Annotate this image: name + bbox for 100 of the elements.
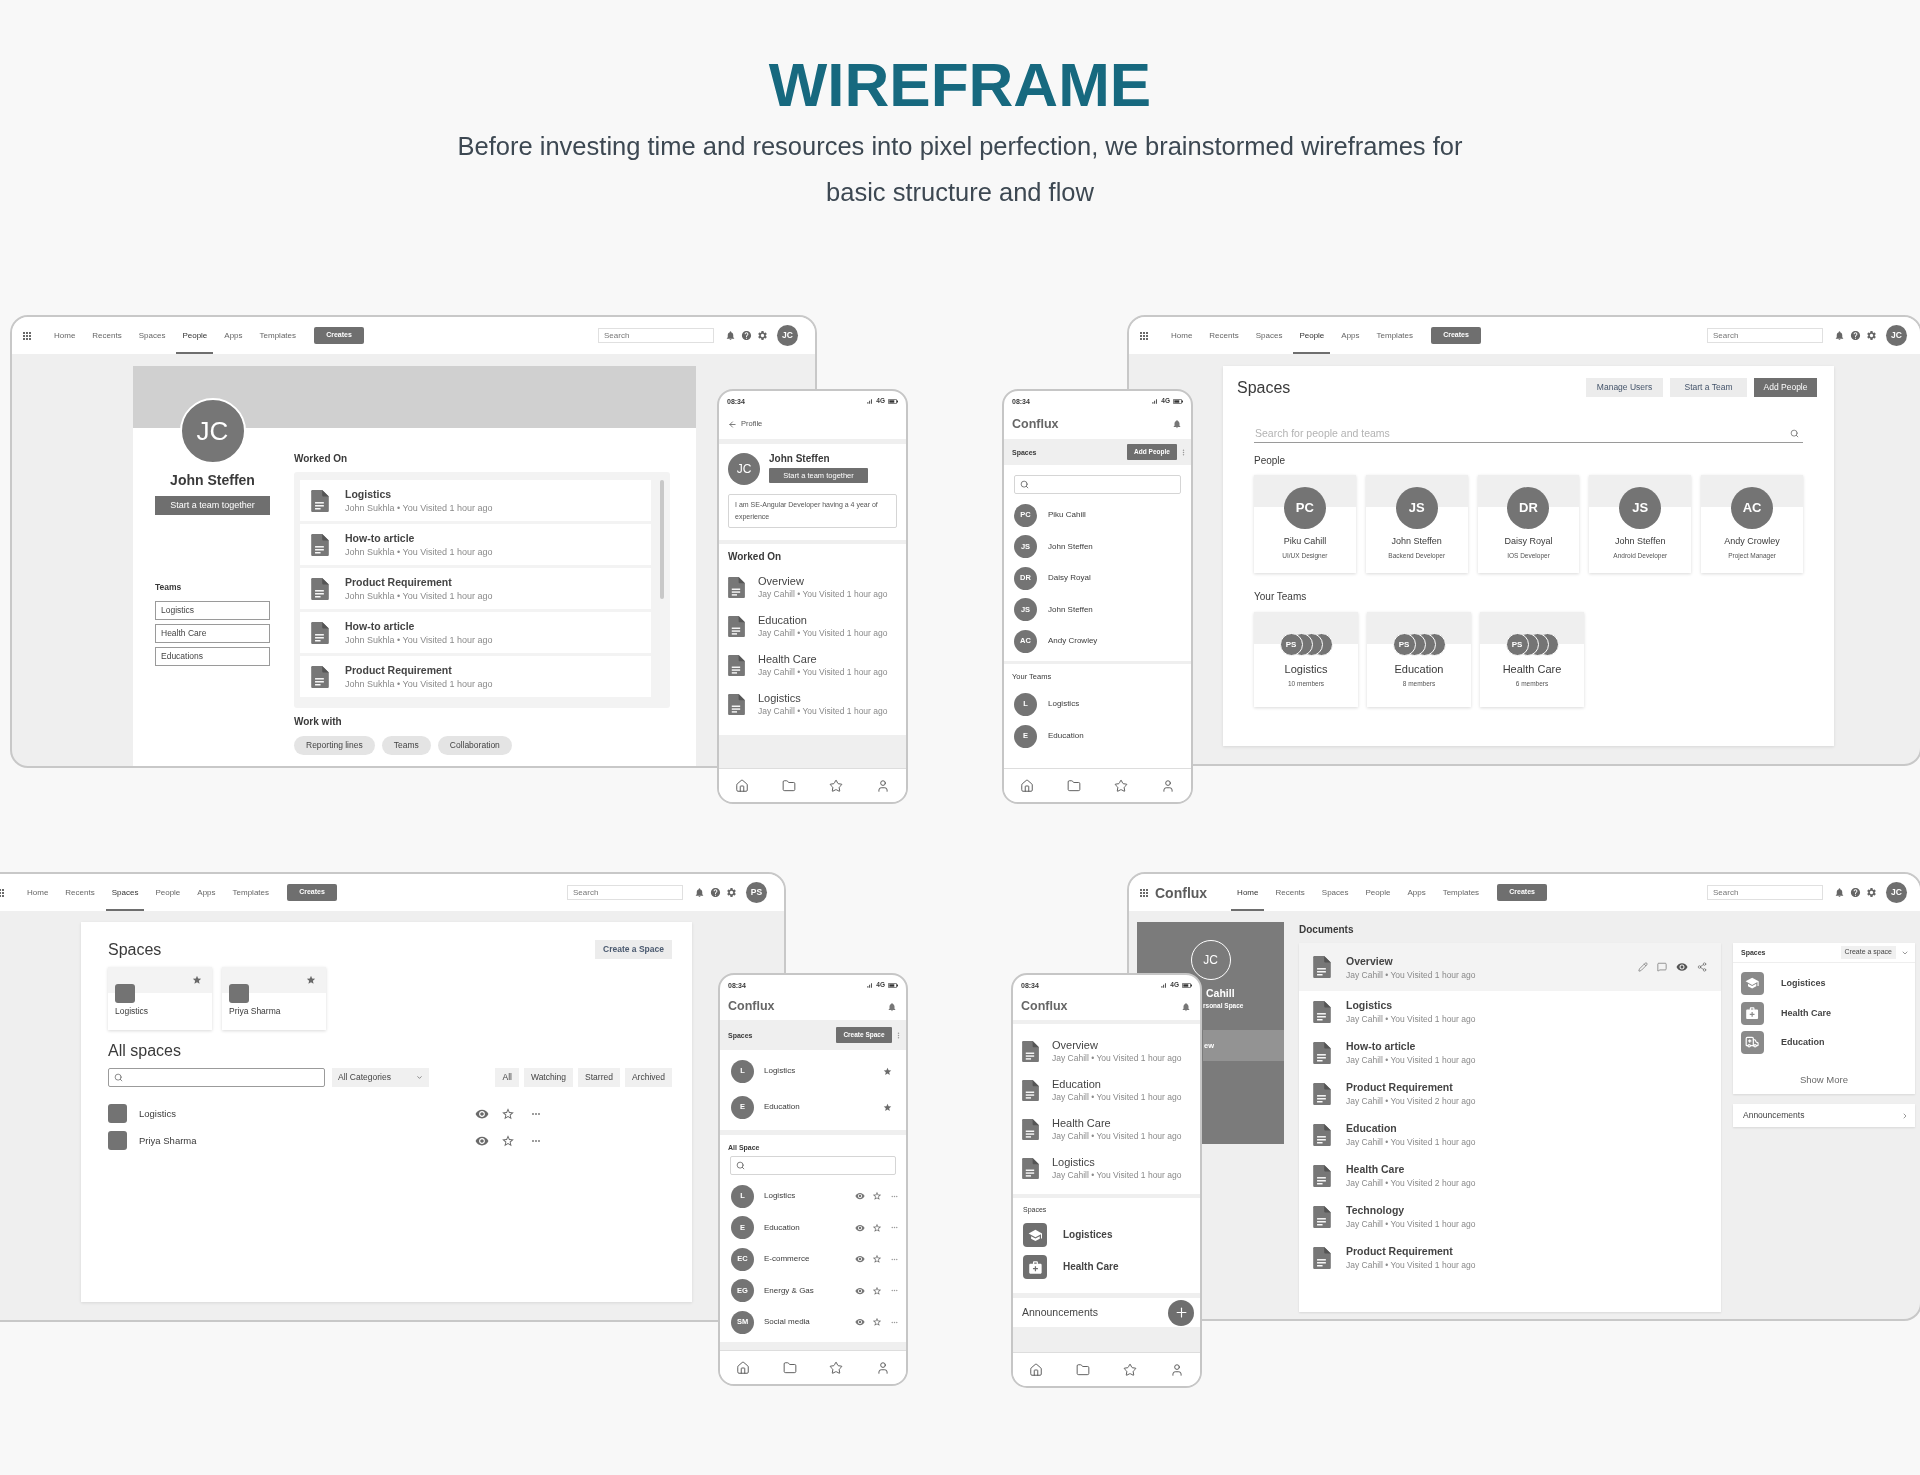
space-name[interactable]: Social media (764, 1317, 810, 1327)
space-card[interactable]: Logistics (108, 967, 212, 1030)
space-name[interactable]: Energy & Gas (764, 1285, 814, 1296)
team-name[interactable]: Logistics (1048, 699, 1080, 709)
nav-tab[interactable]: Templates (1370, 317, 1419, 354)
user-icon[interactable] (1160, 778, 1175, 793)
nav-tab[interactable]: Home (1165, 317, 1199, 354)
eye-icon[interactable] (855, 1222, 865, 1233)
share-icon[interactable] (1697, 962, 1707, 972)
category-dropdown[interactable]: All Categories (332, 1068, 429, 1087)
person-name[interactable]: John Steffen (1048, 604, 1093, 615)
document-title[interactable]: Education (1052, 1078, 1182, 1091)
team-name[interactable]: Education (1048, 731, 1084, 741)
star-icon[interactable] (306, 975, 316, 985)
home-icon[interactable] (736, 1360, 751, 1375)
document-title[interactable]: Education (758, 614, 888, 627)
action-button[interactable]: Add People (1754, 378, 1817, 397)
document-row[interactable]: Product Requirement Jay Cahill • You Visited 1 hour ago (1299, 1237, 1721, 1278)
document-item[interactable]: Product Requirement John Sukhla • You Visited 1 hour ago (300, 656, 651, 697)
bell-icon[interactable] (1181, 1001, 1191, 1012)
document-title[interactable]: Health Care (758, 653, 888, 666)
folder-icon[interactable] (782, 1360, 797, 1375)
eye-icon[interactable] (855, 1191, 865, 1201)
star-icon[interactable] (192, 975, 202, 985)
star-icon[interactable] (883, 1066, 892, 1076)
document-title[interactable]: Logistics (1052, 1156, 1182, 1169)
apps-grid-icon[interactable] (1138, 329, 1150, 342)
document-row[interactable]: Overview Jay Cahill • You Visited 1 hour ago (1299, 943, 1721, 991)
eye-icon[interactable] (855, 1254, 865, 1264)
add-button[interactable] (1168, 1299, 1194, 1326)
folder-icon[interactable] (1076, 1362, 1091, 1377)
nav-tab[interactable]: Apps (218, 317, 249, 354)
document-item[interactable]: Logistics John Sukhla • You Visited 1 hour ago (300, 480, 651, 521)
star-icon[interactable] (501, 1106, 515, 1121)
document-row[interactable]: Product Requirement Jay Cahill • You Visited 2 hour ago (1299, 1073, 1721, 1114)
star-icon[interactable] (501, 1133, 515, 1148)
document-item[interactable]: How-to article John Sukhla • You Visited 1 hour ago (300, 524, 651, 565)
space-name[interactable]: Education (764, 1222, 800, 1233)
nav-tab[interactable]: Templates (253, 317, 302, 354)
document-title[interactable]: Logistics (758, 692, 888, 705)
user-avatar[interactable]: JC (1886, 882, 1907, 903)
search-field[interactable] (730, 1156, 896, 1175)
team-tag[interactable]: Educations (155, 647, 270, 666)
search-field[interactable] (108, 1068, 325, 1087)
nav-tab[interactable]: Spaces (1249, 317, 1289, 354)
star-icon[interactable] (1113, 778, 1128, 793)
nav-tab[interactable]: Home (21, 874, 55, 911)
settings-icon[interactable] (1866, 887, 1877, 898)
bell-icon[interactable] (887, 1001, 897, 1012)
nav-tab[interactable]: Home (48, 317, 82, 354)
document-row[interactable]: Logistics Jay Cahill • You Visited 1 hour ago (1299, 991, 1721, 1032)
star-icon[interactable] (872, 1285, 882, 1296)
star-icon[interactable] (872, 1191, 882, 1201)
filter-chip[interactable]: Teams (381, 736, 431, 755)
space-card[interactable]: Priya Sharma (222, 967, 326, 1030)
star-icon[interactable] (872, 1254, 882, 1264)
document-row[interactable]: How-to article Jay Cahill • You Visited 1 hour ago (1299, 1032, 1721, 1073)
home-icon[interactable] (1029, 1362, 1044, 1377)
action-button[interactable]: Manage Users (1586, 378, 1663, 397)
nav-tab[interactable]: Apps (191, 874, 222, 911)
person-name[interactable]: Daisy Royal (1048, 573, 1091, 583)
user-avatar[interactable]: PS (746, 882, 767, 903)
nav-tab[interactable]: Templates (226, 874, 275, 911)
action-button[interactable]: Start a Team (1670, 378, 1747, 397)
filter-button[interactable]: Archived (624, 1068, 672, 1087)
star-icon[interactable] (872, 1222, 882, 1233)
person-name[interactable]: Andy Crowley (1048, 636, 1098, 646)
help-icon[interactable] (710, 887, 721, 898)
space-name[interactable]: Logistics (764, 1191, 796, 1201)
document-title[interactable]: Health Care (1052, 1117, 1182, 1130)
star-icon[interactable] (1122, 1362, 1137, 1377)
search-field[interactable]: Search (598, 328, 714, 343)
filter-chip[interactable]: Collaboration (437, 736, 512, 755)
space-name[interactable]: Health Care (1063, 1261, 1119, 1273)
star-icon[interactable] (883, 1102, 892, 1112)
nav-tab[interactable]: People (1293, 317, 1331, 354)
nav-tab[interactable]: People (149, 874, 187, 911)
nav-tab[interactable]: People (176, 317, 214, 354)
nav-tab[interactable]: Recents (59, 874, 101, 911)
document-row[interactable]: Education Jay Cahill • You Visited 1 hour ago (1299, 1114, 1721, 1155)
folder-icon[interactable] (782, 778, 797, 793)
bell-icon[interactable] (1834, 330, 1845, 341)
settings-icon[interactable] (1866, 330, 1877, 341)
search-field[interactable]: Search (567, 885, 683, 900)
search-field[interactable] (1014, 475, 1181, 494)
home-icon[interactable] (1020, 778, 1035, 793)
document-title[interactable]: Overview (1052, 1039, 1182, 1052)
document-item[interactable]: How-to article John Sukhla • You Visited 1 hour ago (300, 612, 651, 653)
nav-tab[interactable]: Recents (1203, 317, 1245, 354)
person-name[interactable]: Piku Cahill (1048, 510, 1086, 520)
create-space-button[interactable]: Create a Space (595, 940, 672, 959)
search-field[interactable]: Search (1707, 885, 1823, 900)
user-avatar[interactable]: JC (777, 325, 798, 346)
space-name[interactable]: Education (1781, 1037, 1825, 1048)
space-name[interactable]: Education (764, 1102, 800, 1112)
nav-tab[interactable]: Apps (1335, 317, 1366, 354)
start-team-button[interactable]: Start a team together (155, 496, 270, 515)
filter-button[interactable]: All (495, 1068, 519, 1087)
star-icon[interactable] (872, 1317, 882, 1327)
space-name[interactable]: Health Care (1781, 1007, 1832, 1019)
